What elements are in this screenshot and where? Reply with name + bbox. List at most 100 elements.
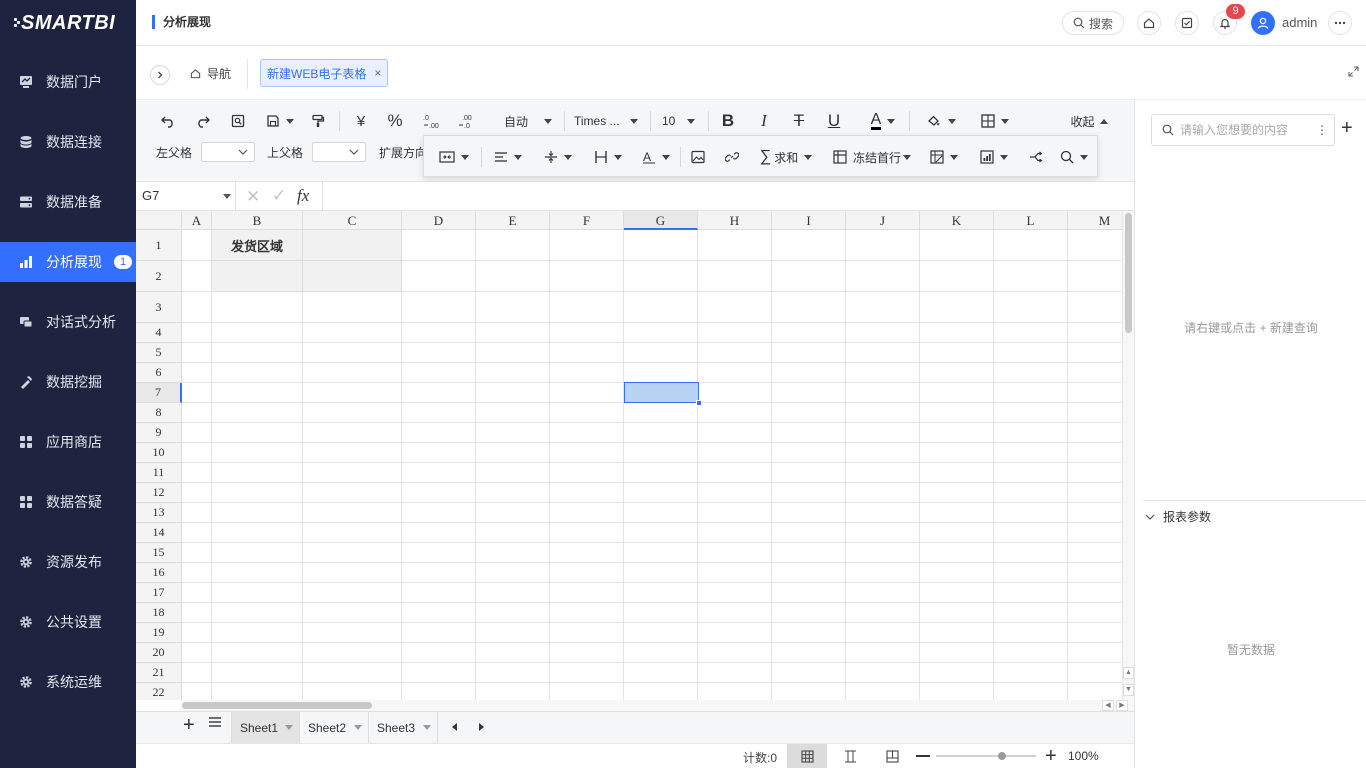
query-search-box[interactable]: ⋮: [1151, 114, 1335, 146]
sum-button[interactable]: ∑ 求和: [752, 146, 820, 168]
decrease-decimal-button[interactable]: .00.0: [454, 110, 478, 132]
column-header-b[interactable]: B: [212, 211, 303, 230]
home-button[interactable]: [1137, 11, 1161, 35]
chevron-down-icon[interactable]: [223, 194, 231, 199]
column-header-i[interactable]: I: [772, 211, 846, 230]
row-header-3[interactable]: 3: [136, 292, 182, 323]
sidebar-item-conversational[interactable]: 对话式分析: [0, 302, 136, 342]
find-button[interactable]: [1054, 146, 1094, 168]
chevron-down-icon[interactable]: [354, 725, 362, 730]
sidebar-item-data-connection[interactable]: 数据连接: [0, 122, 136, 162]
insert-image-button[interactable]: [686, 146, 710, 168]
row-header-10[interactable]: 10: [136, 443, 182, 463]
format-painter-button[interactable]: [306, 110, 330, 132]
row-header-21[interactable]: 21: [136, 663, 182, 683]
column-header-g[interactable]: G: [624, 211, 698, 230]
row-header-18[interactable]: 18: [136, 603, 182, 623]
font-family-select[interactable]: Times ...: [568, 110, 644, 132]
row-header-4[interactable]: 4: [136, 323, 182, 343]
sheet-tab-1[interactable]: Sheet1: [231, 712, 300, 743]
left-parent-select[interactable]: [201, 142, 255, 162]
fill-handle[interactable]: [696, 400, 702, 406]
zoom-slider[interactable]: [936, 752, 1036, 760]
scroll-thumb[interactable]: [1125, 213, 1132, 333]
tab-navigation[interactable]: 导航: [190, 65, 231, 82]
header-cell-b2[interactable]: [212, 261, 303, 292]
row-header-6[interactable]: 6: [136, 363, 182, 383]
chevron-down-icon[interactable]: [423, 725, 431, 730]
sidebar-item-portal[interactable]: 数据门户: [0, 62, 136, 102]
report-params-header[interactable]: 报表参数: [1145, 508, 1211, 525]
sidebar-item-app-store[interactable]: 应用商店: [0, 422, 136, 462]
row-header-20[interactable]: 20: [136, 643, 182, 663]
vertical-align-button[interactable]: [538, 146, 578, 168]
borders-button[interactable]: [974, 110, 1016, 132]
selected-cell[interactable]: [624, 382, 699, 403]
sheet-tab-2[interactable]: Sheet2: [300, 712, 369, 743]
fill-color-button[interactable]: [920, 110, 962, 132]
currency-button[interactable]: ¥: [349, 110, 373, 132]
scroll-down-icon[interactable]: ▼: [1123, 684, 1134, 696]
select-all-corner[interactable]: [136, 211, 182, 230]
column-header-l[interactable]: L: [994, 211, 1068, 230]
brand-logo[interactable]: SMARTBI: [0, 0, 136, 46]
tasks-button[interactable]: [1175, 11, 1199, 35]
row-header-19[interactable]: 19: [136, 623, 182, 643]
column-width-button[interactable]: [588, 146, 628, 168]
scroll-right-icon[interactable]: ▶: [1116, 700, 1128, 711]
preview-button[interactable]: [226, 110, 250, 132]
row-header-22[interactable]: 22: [136, 683, 182, 700]
row-header-2[interactable]: 2: [136, 261, 182, 292]
freeze-first-row-button[interactable]: 冻结首行: [826, 146, 918, 168]
sidebar-item-data-qa[interactable]: 数据答疑: [0, 482, 136, 522]
text-rotation-button[interactable]: A: [636, 146, 676, 168]
align-button[interactable]: [488, 146, 528, 168]
function-icon[interactable]: fx: [297, 186, 309, 206]
scroll-left-icon[interactable]: ◀: [1102, 700, 1114, 711]
row-header-5[interactable]: 5: [136, 343, 182, 363]
redo-button[interactable]: [191, 110, 215, 132]
row-header-1[interactable]: 1: [136, 230, 182, 261]
query-search-input[interactable]: [1180, 123, 1310, 137]
column-header-f[interactable]: F: [550, 211, 624, 230]
avatar[interactable]: [1251, 11, 1275, 35]
column-header-d[interactable]: D: [402, 211, 476, 230]
font-size-select[interactable]: 10: [654, 110, 702, 132]
row-header-11[interactable]: 11: [136, 463, 182, 483]
scroll-thumb[interactable]: [182, 702, 372, 709]
increase-decimal-button[interactable]: .0.00: [419, 110, 443, 132]
percent-button[interactable]: %: [383, 110, 407, 132]
collapse-toolbar-button[interactable]: 收起: [1066, 110, 1112, 132]
row-header-8[interactable]: 8: [136, 403, 182, 423]
undo-button[interactable]: [156, 110, 180, 132]
tab-web-spreadsheet[interactable]: 新建WEB电子表格 ×: [260, 59, 389, 87]
italic-button[interactable]: I: [752, 110, 776, 132]
column-header-h[interactable]: H: [698, 211, 772, 230]
row-header-16[interactable]: 16: [136, 563, 182, 583]
font-color-button[interactable]: A: [862, 110, 904, 132]
confirm-edit-icon[interactable]: ✓: [272, 186, 286, 206]
cancel-edit-icon[interactable]: ✕: [246, 187, 260, 207]
prev-sheet-icon[interactable]: [452, 723, 457, 731]
sidebar-item-public-settings[interactable]: 公共设置: [0, 602, 136, 642]
column-header-e[interactable]: E: [476, 211, 550, 230]
chevron-down-icon[interactable]: [285, 725, 293, 730]
user-name[interactable]: admin: [1282, 15, 1317, 30]
page-layout-button[interactable]: [840, 748, 860, 764]
header-cell-c2[interactable]: [303, 261, 402, 292]
shuffle-button[interactable]: [1024, 146, 1048, 168]
number-format-select[interactable]: 自动: [498, 110, 558, 132]
conditional-format-button[interactable]: [924, 146, 964, 168]
add-sheet-button[interactable]: +: [183, 714, 195, 737]
horizontal-scrollbar[interactable]: ◀ ▶: [180, 700, 1130, 711]
column-header-a[interactable]: A: [182, 211, 212, 230]
row-header-12[interactable]: 12: [136, 483, 182, 503]
global-search-button[interactable]: 搜索: [1062, 11, 1124, 35]
row-header-15[interactable]: 15: [136, 543, 182, 563]
zoom-out-button[interactable]: [916, 755, 930, 757]
sheet-tab-3[interactable]: Sheet3: [369, 712, 438, 743]
sheet-list-button[interactable]: [208, 715, 222, 729]
underline-button[interactable]: U: [822, 110, 846, 132]
more-vertical-icon[interactable]: ⋮: [1316, 123, 1328, 137]
column-header-m[interactable]: M: [1068, 211, 1122, 230]
